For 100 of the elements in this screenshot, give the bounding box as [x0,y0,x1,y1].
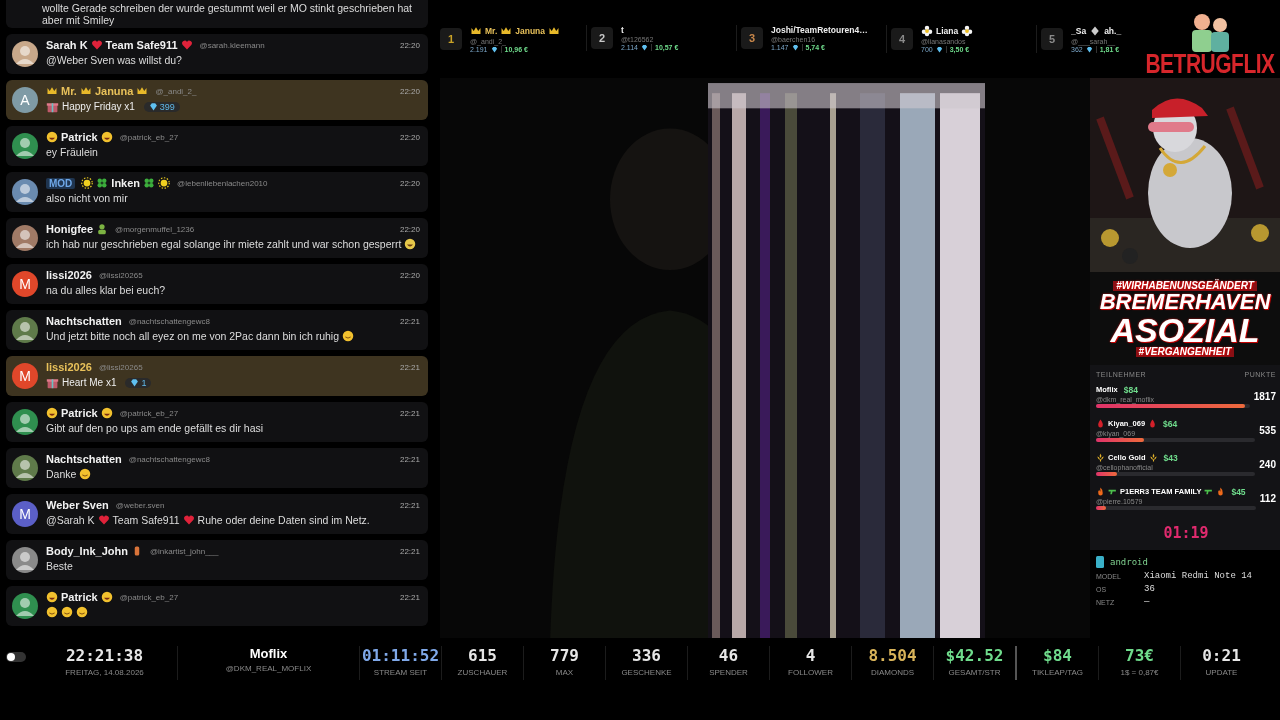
user-name: Patrick [61,131,98,143]
stat-label: 1$ = 0,87€ [1120,668,1159,677]
smiley-icon [100,131,113,143]
smiley-icon [79,468,92,480]
message-time: 22:20 [399,132,420,142]
avatar: A [12,87,38,113]
sun-icon [158,177,171,189]
user-name: Nachtschatten [46,453,122,465]
crown-icon [500,25,513,37]
stat-value: 615 [468,646,497,665]
user-name: Body_Ink_John [46,545,128,557]
heart-icon [97,514,110,526]
smiley-icon [404,238,417,250]
diamond-icon [641,44,648,51]
fleur-de-lis-icon [1148,453,1158,462]
smiley-icon [76,606,88,618]
clock-time: 22:21:38 [65,646,144,665]
diamond-number: 399 [159,101,175,112]
message-text: @Sarah K [46,514,95,526]
smiley-icon [46,606,58,618]
stat-value: 4 [805,646,816,665]
message-time: 22:20 [399,270,420,280]
countdown-timer: 01:19 [1162,523,1210,544]
heart-icon [182,514,195,526]
points: 1817 [1253,390,1276,402]
stat-label: GESCHENKE [621,668,672,677]
streamer-handle: @DKM_REAL_MOFLIX [225,664,312,673]
message-text: na du alles klar bei euch? [46,284,166,296]
stat-value: $42.52 [945,646,1004,665]
user-handle: @patrick_eb_27 [119,408,179,418]
rank-badge: 5 [1041,28,1063,50]
banner-text: ASOZIAL [1109,312,1261,347]
stat-value: 336 [632,646,661,665]
smiley-icon [46,407,58,419]
sun-icon [81,177,94,189]
user-name: Patrick [61,591,98,603]
stat-label: DIAMONDS [870,668,915,677]
diamond-icon [130,378,140,387]
user-name: lissi2026 [46,361,92,373]
gifter-name: Joshi/TeamRetouren4… [771,25,868,35]
fleur-de-lis-icon [1096,453,1105,462]
gifter-name: Mr. [485,26,498,36]
drop-icon [1148,419,1158,428]
user-name: Patrick [61,407,98,419]
heart-icon [90,39,103,51]
date-text: FREITAG, 14.08.2026 [65,668,144,677]
message-text: Danke [46,468,77,480]
gift-label: Happy Friday x1 [62,101,135,112]
message-text: Gibt auf den po ups am ende gefällt es dir hasi [46,422,264,434]
user-name: Januna [94,85,134,97]
user-handle: @lissi20265 [98,270,143,280]
stat-label: FOLLOWER [788,668,833,677]
user-handle: @weber.sven [115,500,165,510]
dollar-amount: $84 [1123,384,1138,395]
toggle-switch[interactable] [6,652,26,662]
stat-value: $84 [1043,646,1072,665]
smiley-icon [61,606,73,618]
user-handle: @patrick_eb_27 [119,592,179,602]
flame-icon [1216,487,1226,496]
user-handle: @lebenliebenlachen2010 [177,178,268,188]
gifter-name: _Sa [1071,26,1087,36]
user-handle: @nachtschattengewc8 [128,454,210,464]
phone-icon [1096,556,1104,568]
points: 240 [1259,458,1276,470]
message-time: 22:20 [399,86,420,96]
crown-icon [46,85,58,97]
user-handle: @inkartist_john___ [149,546,219,556]
avatar: M [12,363,38,389]
user-name: Weber Sven [46,499,109,511]
flower-icon [921,25,933,37]
flame-icon [1096,487,1105,496]
dollar-amount: $45 [1231,486,1246,497]
diamond-icon [490,46,498,53]
user-name: Sarah K [46,39,88,51]
avatar: M [12,271,38,297]
logo-text: BETRUGFLIX [1145,48,1275,80]
stat-label: MAX [555,668,574,677]
stat-label: UPDATE [1205,668,1238,677]
message-text: Beste [46,560,73,572]
dollar-amount: $43 [1163,452,1178,463]
gift-label: Heart Me x1 [62,377,117,388]
message-time: 22:20 [399,40,420,50]
message-time: 22:20 [399,224,420,234]
smiley-icon [46,591,58,603]
drop-icon [1096,419,1105,428]
message-text: wollte Gerade schreiben der wurde gestummt weil er MO stinkt geschrieben hat aber mit Smiley [42,2,413,26]
stat-value: 46 [718,646,739,665]
stat-label: STREAM SEIT [373,668,428,677]
gifter-name: ah._ [1104,26,1122,36]
user-handle: @lissi20265 [98,362,143,372]
message-time: 22:20 [399,178,420,188]
field-value: — [1144,597,1150,607]
diamond-icon [1085,46,1093,53]
message-time: 22:21 [399,500,420,510]
crown-icon [470,25,482,37]
smiley-icon [46,131,58,143]
stat-label: SPENDER [709,668,748,677]
diamond-number: 1 [141,377,147,388]
user-name: Team Safe911 [105,39,178,51]
crown-icon [548,25,561,37]
